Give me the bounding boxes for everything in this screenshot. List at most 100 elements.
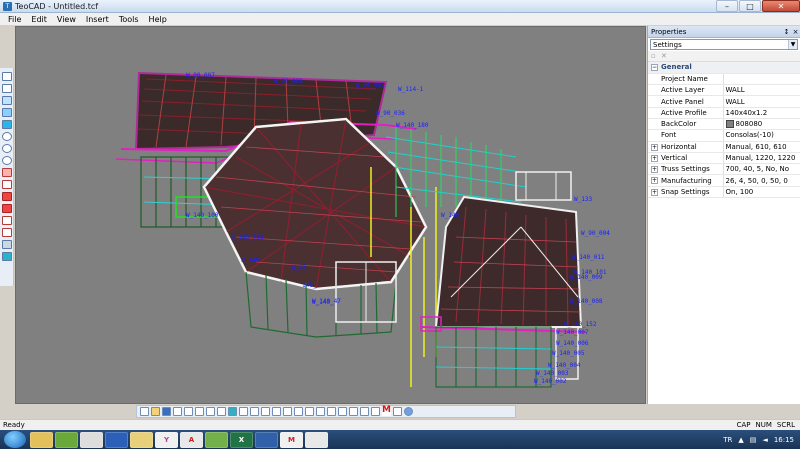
property-row[interactable]: Active Panel WALL — [648, 95, 800, 108]
y-app-icon[interactable]: Y — [155, 431, 178, 448]
truss-icon[interactable] — [283, 407, 292, 416]
property-row[interactable]: Font Consolas(-10) — [648, 129, 800, 142]
menu-help[interactable]: Help — [149, 15, 167, 24]
collapse-icon[interactable]: − — [651, 64, 658, 71]
document-icon[interactable]: ▫ — [651, 52, 661, 60]
property-value[interactable]: WALL — [723, 95, 800, 108]
zoom-out-icon[interactable] — [1, 144, 12, 153]
view-cube-icon[interactable] — [1, 72, 12, 81]
tray-arrow-icon[interactable]: ▲ — [738, 436, 743, 444]
snap-icon[interactable] — [327, 407, 336, 416]
wall-icon[interactable] — [239, 407, 248, 416]
stud-icon[interactable] — [294, 407, 303, 416]
move-icon[interactable] — [217, 407, 226, 416]
property-value[interactable]: 808080 — [723, 118, 800, 131]
expand-icon[interactable]: + — [651, 143, 658, 151]
manufacture-icon[interactable]: M — [382, 406, 391, 416]
open-folder-icon[interactable] — [151, 407, 160, 416]
zoom-in-icon[interactable] — [1, 132, 12, 141]
settings-icon[interactable] — [393, 407, 402, 416]
excel-icon[interactable]: X — [230, 431, 253, 448]
view-left-icon[interactable] — [1, 192, 12, 201]
property-row[interactable]: + Horizontal Manual, 610, 610 — [648, 141, 800, 153]
n-app-icon[interactable] — [255, 431, 278, 448]
view-cube-icon[interactable] — [1, 120, 12, 129]
menu-edit[interactable]: Edit — [31, 15, 47, 24]
property-row[interactable]: + Snap Settings On, 100 — [648, 186, 800, 199]
acrobat-icon[interactable]: A — [180, 431, 203, 448]
menu-insert[interactable]: Insert — [86, 15, 109, 24]
select-icon[interactable] — [195, 407, 204, 416]
grid-icon[interactable] — [228, 407, 237, 416]
new-file-icon[interactable] — [140, 407, 149, 416]
property-row[interactable]: Project Name — [648, 73, 800, 86]
property-row[interactable]: + Truss Settings 700, 40, 5, No, No — [648, 163, 800, 176]
close-button[interactable]: ✕ — [762, 0, 800, 12]
clock[interactable]: 16:15 — [774, 436, 794, 444]
view-top-icon[interactable] — [1, 216, 12, 225]
property-value[interactable]: Consolas(-10) — [723, 129, 800, 142]
property-row[interactable]: + Manufacturing 26, 4, 50, 0, 50, 0 — [648, 174, 800, 187]
view-cube-icon[interactable] — [1, 84, 12, 93]
opening-icon[interactable] — [272, 407, 281, 416]
layers-icon[interactable] — [1, 240, 12, 249]
volume-icon[interactable]: ◄ — [762, 436, 767, 444]
property-row[interactable]: Active Profile 140x40x1.2 — [648, 107, 800, 119]
minimize-button[interactable]: – — [716, 0, 738, 12]
m-app-icon[interactable]: M — [280, 431, 303, 448]
menu-file[interactable]: File — [8, 15, 21, 24]
delete-icon[interactable]: ✕ — [661, 52, 671, 60]
category-general[interactable]: − General — [648, 62, 800, 74]
chrome-icon[interactable] — [80, 431, 103, 448]
view-front-icon[interactable] — [1, 168, 12, 177]
expand-icon[interactable]: + — [651, 166, 658, 174]
expand-icon[interactable]: + — [651, 154, 658, 162]
maximize-button[interactable]: □ — [739, 0, 761, 12]
start-button[interactable] — [4, 431, 26, 448]
property-value[interactable]: 140x40x1.2 — [723, 107, 800, 119]
menu-view[interactable]: View — [57, 15, 76, 24]
property-value[interactable]: 26, 4, 50, 0, 50, 0 — [723, 174, 800, 187]
record-icon[interactable] — [305, 431, 328, 448]
language-indicator[interactable]: TR — [723, 436, 732, 444]
table-icon[interactable] — [360, 407, 369, 416]
render-icon[interactable] — [1, 252, 12, 261]
zoom-extents-icon[interactable] — [1, 156, 12, 165]
properties-selector[interactable]: Settings ▼ — [650, 39, 798, 50]
delete-icon[interactable] — [349, 407, 358, 416]
teocad-task-icon[interactable] — [205, 431, 228, 448]
report-icon[interactable] — [371, 407, 380, 416]
cad-viewport[interactable]: W_90_007 W_90_008 W_90_001 W_114-1 W_90_… — [15, 26, 646, 404]
property-value[interactable]: On, 100 — [723, 186, 800, 199]
cross-icon[interactable] — [338, 407, 347, 416]
property-row[interactable]: Active Layer WALL — [648, 84, 800, 97]
view-cube-icon[interactable] — [1, 96, 12, 105]
help-icon[interactable] — [404, 407, 413, 416]
property-value[interactable]: 700, 40, 5, No, No — [723, 163, 800, 176]
print-icon[interactable] — [173, 407, 182, 416]
close-icon[interactable]: × — [791, 28, 800, 36]
word-icon[interactable] — [105, 431, 128, 448]
view-back-icon[interactable] — [1, 180, 12, 189]
property-value[interactable]: Manual, 610, 610 — [723, 141, 800, 153]
line-icon[interactable] — [206, 407, 215, 416]
view-bottom-icon[interactable] — [1, 228, 12, 237]
property-row[interactable]: BackColor 808080 — [648, 118, 800, 131]
measure-icon[interactable] — [316, 407, 325, 416]
property-value[interactable]: WALL — [723, 84, 800, 97]
pin-icon[interactable]: ↕ — [782, 28, 791, 36]
chevron-down-icon[interactable]: ▼ — [788, 40, 797, 49]
app-icon[interactable] — [55, 431, 78, 448]
view-right-icon[interactable] — [1, 204, 12, 213]
view-cube-icon[interactable] — [1, 108, 12, 117]
panel-icon[interactable] — [250, 407, 259, 416]
frame-icon[interactable] — [261, 407, 270, 416]
save-icon[interactable] — [162, 407, 171, 416]
expand-icon[interactable]: + — [651, 188, 658, 196]
folder-icon[interactable] — [130, 431, 153, 448]
property-row[interactable]: + Vertical Manual, 1220, 1220 — [648, 152, 800, 165]
property-value[interactable]: Manual, 1220, 1220 — [723, 152, 800, 165]
property-value[interactable] — [723, 73, 800, 86]
explorer-icon[interactable] — [30, 431, 53, 448]
dimension-icon[interactable] — [305, 407, 314, 416]
